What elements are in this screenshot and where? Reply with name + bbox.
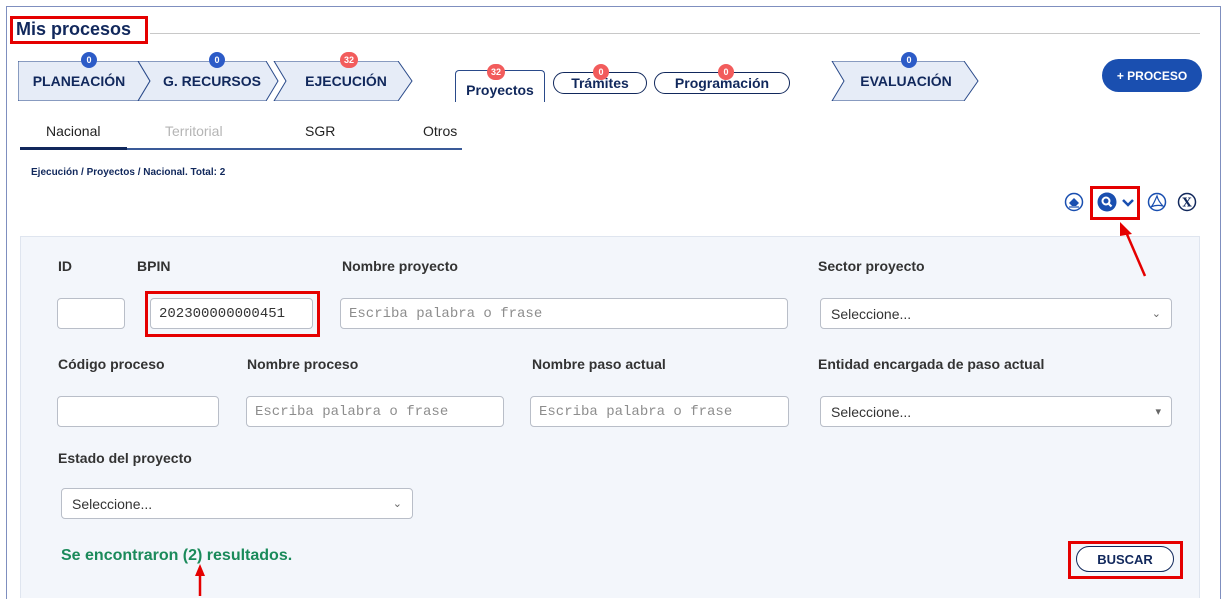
annotation-arrows: [195, 222, 1147, 596]
